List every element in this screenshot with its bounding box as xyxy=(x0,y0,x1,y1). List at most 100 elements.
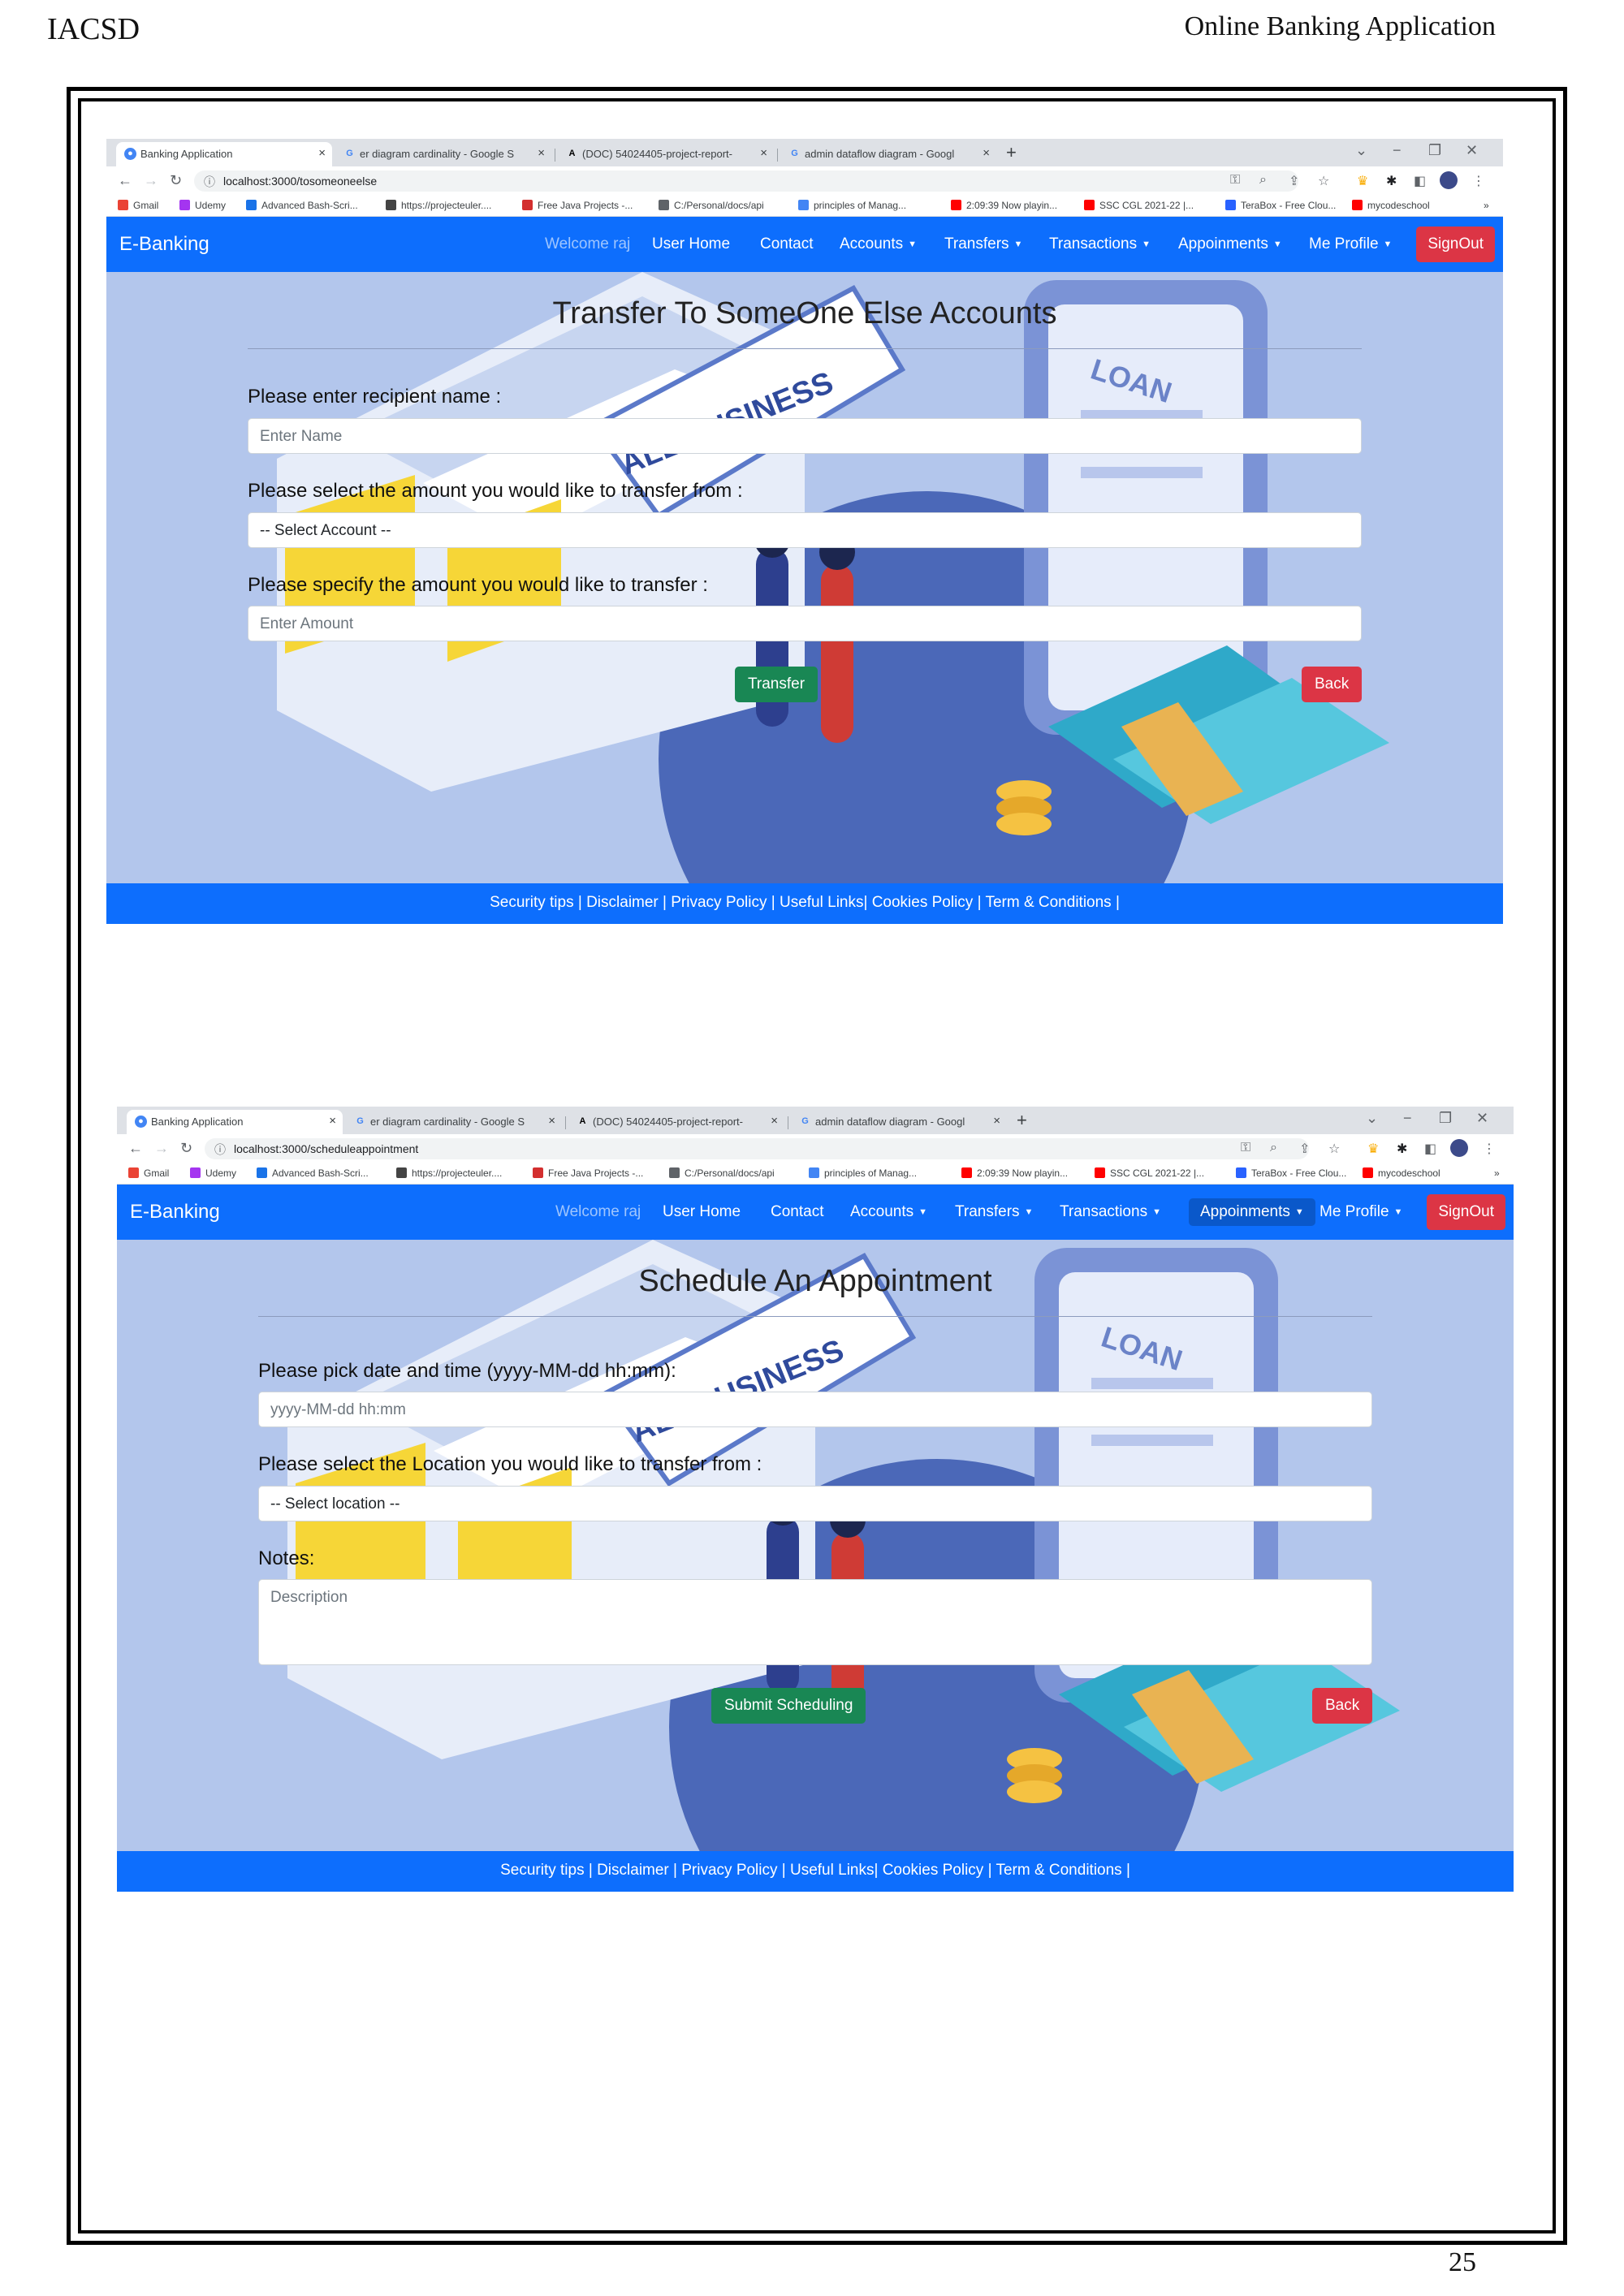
bookmark-item[interactable]: principles of Manag... xyxy=(798,200,906,211)
menu-kebab-icon[interactable]: ⋮ xyxy=(1483,1141,1496,1157)
avatar[interactable] xyxy=(1440,171,1458,189)
nav-appointments[interactable]: Appoinments ▼ xyxy=(1189,1198,1315,1226)
close-tab-icon[interactable]: × xyxy=(983,146,990,160)
bookmark-item[interactable]: https://projecteuler.... xyxy=(396,1167,502,1179)
url-input[interactable]: ⓘ localhost:3000/tosomeoneelse xyxy=(194,170,1298,192)
share-icon[interactable]: ⇪ xyxy=(1289,173,1299,189)
bookmark-item[interactable]: 2:09:39 Now playin... xyxy=(961,1167,1068,1179)
nav-contact[interactable]: Contact xyxy=(760,235,813,253)
nav-transfers[interactable]: Transfers ▼ xyxy=(955,1203,1033,1221)
extension-icon[interactable]: ♛ xyxy=(1357,173,1368,189)
browser-tab[interactable]: G admin dataflow diagram - Googl × xyxy=(780,142,996,166)
extension-icon[interactable]: ♛ xyxy=(1367,1141,1379,1157)
share-icon[interactable]: ⇪ xyxy=(1299,1141,1310,1157)
puzzle-icon[interactable]: ✱ xyxy=(1386,173,1397,189)
close-tab-icon[interactable]: × xyxy=(329,1114,336,1128)
bookmark-item[interactable]: C:/Personal/docs/api xyxy=(659,200,764,211)
close-tab-icon[interactable]: × xyxy=(993,1114,1000,1128)
close-tab-icon[interactable]: × xyxy=(760,146,767,160)
browser-tab-active[interactable]: ● Banking Application × xyxy=(127,1110,343,1134)
close-window-icon[interactable]: ✕ xyxy=(1466,142,1478,159)
bookmark-item[interactable]: https://projecteuler.... xyxy=(386,200,491,211)
close-tab-icon[interactable]: × xyxy=(771,1114,778,1128)
footer-links[interactable]: Security tips | Disclaimer | Privacy Pol… xyxy=(117,1851,1514,1892)
bookmark-item[interactable]: Free Java Projects -... xyxy=(522,200,633,211)
bookmark-item[interactable]: mycodeschool xyxy=(1363,1167,1440,1179)
bookmark-item[interactable]: Free Java Projects -... xyxy=(533,1167,643,1179)
new-tab-button[interactable]: + xyxy=(1017,1110,1027,1131)
puzzle-icon[interactable]: ✱ xyxy=(1397,1141,1407,1157)
star-icon[interactable]: ☆ xyxy=(1328,1141,1340,1157)
bookmark-item[interactable]: TeraBox - Free Clou... xyxy=(1236,1167,1346,1179)
sidepanel-icon[interactable]: ◧ xyxy=(1424,1141,1436,1157)
close-tab-icon[interactable]: × xyxy=(318,146,326,160)
submit-scheduling-button[interactable]: Submit Scheduling xyxy=(711,1688,866,1724)
close-tab-icon[interactable]: × xyxy=(538,146,545,160)
bookmark-item[interactable]: SSC CGL 2021-22 |... xyxy=(1095,1167,1204,1179)
back-arrow-icon[interactable]: ← xyxy=(128,1140,143,1157)
sidepanel-icon[interactable]: ◧ xyxy=(1414,173,1426,189)
bookmarks-overflow-icon[interactable]: » xyxy=(1494,1167,1500,1179)
nav-accounts[interactable]: Accounts ▼ xyxy=(840,235,917,253)
bookmark-item[interactable]: Advanced Bash-Scri... xyxy=(257,1167,369,1179)
minimize-icon[interactable]: − xyxy=(1403,1110,1412,1127)
bookmark-item[interactable]: TeraBox - Free Clou... xyxy=(1225,200,1336,211)
nav-transfers[interactable]: Transfers ▼ xyxy=(944,235,1022,253)
key-icon[interactable]: ⚿ xyxy=(1230,173,1240,188)
notes-textarea[interactable]: Description xyxy=(258,1579,1372,1665)
nav-user-home[interactable]: User Home xyxy=(663,1203,741,1221)
new-tab-button[interactable]: + xyxy=(1006,142,1017,163)
tab-search-icon[interactable]: ⌄ xyxy=(1366,1110,1378,1127)
reload-icon[interactable]: ↻ xyxy=(170,172,182,189)
account-select[interactable]: -- Select Account -- xyxy=(248,512,1362,548)
nav-appointments[interactable]: Appoinments ▼ xyxy=(1178,235,1282,253)
bookmark-item[interactable]: mycodeschool xyxy=(1352,200,1430,211)
zoom-icon[interactable]: ⌕ xyxy=(1270,1141,1277,1155)
bookmark-item[interactable]: principles of Manag... xyxy=(809,1167,917,1179)
star-icon[interactable]: ☆ xyxy=(1318,173,1329,189)
bookmark-item[interactable]: Advanced Bash-Scri... xyxy=(246,200,358,211)
browser-tab[interactable]: G er diagram cardinality - Google S × xyxy=(335,142,551,166)
browser-tab[interactable]: G er diagram cardinality - Google S × xyxy=(346,1110,562,1134)
tab-search-icon[interactable]: ⌄ xyxy=(1355,142,1367,159)
avatar[interactable] xyxy=(1450,1139,1468,1157)
bookmark-item[interactable]: Gmail xyxy=(128,1167,169,1179)
datetime-input[interactable]: yyyy-MM-dd hh:mm xyxy=(258,1392,1372,1427)
nav-profile[interactable]: Me Profile ▼ xyxy=(1309,235,1392,253)
back-button[interactable]: Back xyxy=(1302,667,1363,702)
bookmark-item[interactable]: Udemy xyxy=(190,1167,236,1179)
bookmark-item[interactable]: Gmail xyxy=(118,200,158,211)
reload-icon[interactable]: ↻ xyxy=(180,1140,192,1157)
key-icon[interactable]: ⚿ xyxy=(1241,1141,1250,1155)
nav-profile[interactable]: Me Profile ▼ xyxy=(1320,1203,1402,1221)
bookmark-item[interactable]: SSC CGL 2021-22 |... xyxy=(1084,200,1194,211)
bookmark-item[interactable]: Udemy xyxy=(179,200,226,211)
forward-arrow-icon[interactable]: → xyxy=(154,1140,169,1157)
nav-transactions[interactable]: Transactions ▼ xyxy=(1049,235,1151,253)
minimize-icon[interactable]: − xyxy=(1393,142,1402,159)
recipient-name-input[interactable]: Enter Name xyxy=(248,418,1362,454)
footer-links[interactable]: Security tips | Disclaimer | Privacy Pol… xyxy=(106,883,1503,924)
nav-accounts[interactable]: Accounts ▼ xyxy=(850,1203,927,1221)
bookmark-item[interactable]: C:/Personal/docs/api xyxy=(669,1167,775,1179)
back-button[interactable]: Back xyxy=(1312,1688,1373,1724)
url-input[interactable]: ⓘ localhost:3000/scheduleappointment xyxy=(205,1138,1309,1159)
zoom-icon[interactable]: ⌕ xyxy=(1259,173,1267,188)
bookmark-item[interactable]: 2:09:39 Now playin... xyxy=(951,200,1057,211)
amount-input[interactable]: Enter Amount xyxy=(248,606,1362,641)
nav-user-home[interactable]: User Home xyxy=(652,235,730,253)
close-tab-icon[interactable]: × xyxy=(548,1114,555,1128)
bookmarks-overflow-icon[interactable]: » xyxy=(1484,200,1489,211)
brand-logo[interactable]: E-Banking xyxy=(119,233,209,256)
back-arrow-icon[interactable]: ← xyxy=(118,172,132,189)
location-select[interactable]: -- Select location -- xyxy=(258,1486,1372,1521)
nav-contact[interactable]: Contact xyxy=(771,1203,823,1221)
signout-button[interactable]: SignOut xyxy=(1416,227,1495,262)
restore-icon[interactable]: ❐ xyxy=(1428,142,1441,159)
nav-transactions[interactable]: Transactions ▼ xyxy=(1060,1203,1161,1221)
browser-tab[interactable]: A (DOC) 54024405-project-report- × xyxy=(568,1110,784,1134)
close-window-icon[interactable]: ✕ xyxy=(1476,1110,1488,1127)
restore-icon[interactable]: ❐ xyxy=(1439,1110,1452,1127)
brand-logo[interactable]: E-Banking xyxy=(130,1201,220,1224)
signout-button[interactable]: SignOut xyxy=(1427,1194,1505,1230)
